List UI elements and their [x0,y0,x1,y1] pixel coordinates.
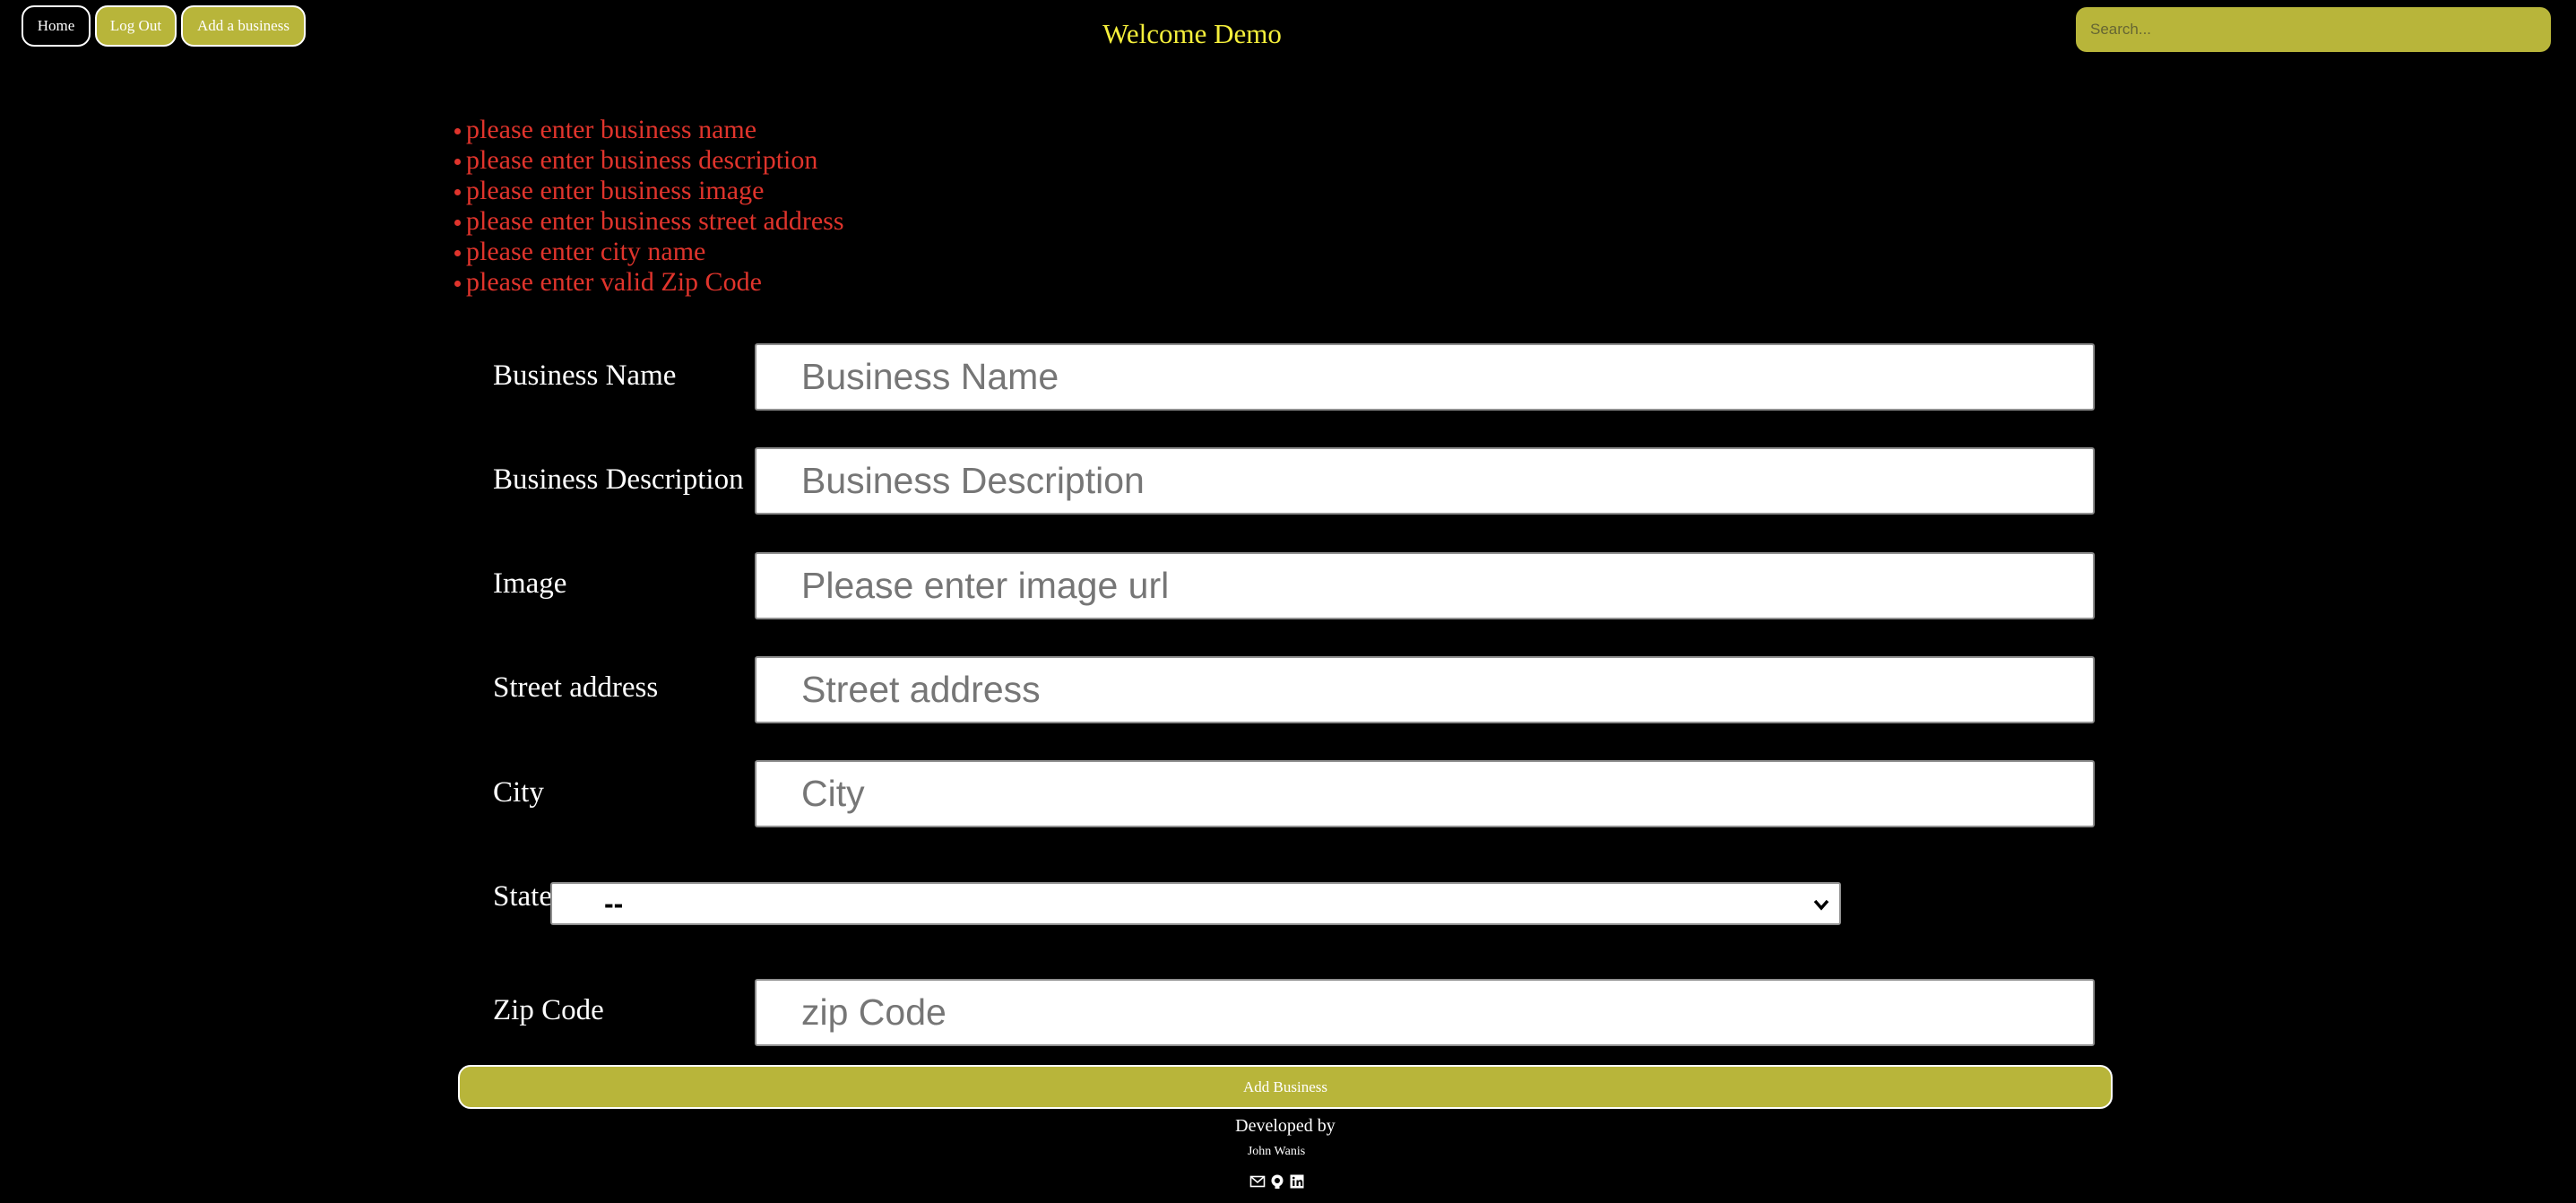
business-name-input[interactable] [755,343,2095,411]
state-selected-value: -- [604,887,624,920]
error-item: please enter valid Zip Code [454,267,844,298]
chevron-down-icon [1809,891,1834,924]
add-business-nav-button[interactable]: Add a business [181,5,306,47]
error-item: please enter business description [454,145,844,176]
zip-code-input[interactable] [755,979,2095,1046]
linkedin-icon[interactable] [1289,1173,1305,1190]
envelope-icon[interactable] [1249,1173,1266,1190]
city-label: City [493,776,544,809]
page: Home Log Out Add a business Welcome Demo… [0,0,2576,1203]
search-input[interactable] [2076,7,2551,52]
city-input[interactable] [755,760,2095,827]
add-business-submit-button[interactable]: Add Business [458,1065,2113,1109]
business-description-label: Business Description [493,463,744,496]
business-name-label: Business Name [493,359,677,392]
welcome-title: Welcome Demo [1102,18,1282,49]
street-address-label: Street address [493,671,659,704]
error-item: please enter city name [454,237,844,267]
street-address-input[interactable] [755,656,2095,723]
state-label: State [493,880,552,913]
footer-developer-name: John Wanis [1247,1145,1306,1158]
error-item: please enter business name [454,115,844,145]
business-description-input[interactable] [755,447,2095,515]
image-url-input[interactable] [755,552,2095,619]
zip-code-label: Zip Code [493,994,604,1026]
logout-button[interactable]: Log Out [95,5,177,47]
github-icon[interactable] [1269,1173,1285,1190]
footer-icons [1249,1173,1305,1190]
error-item: please enter business image [454,176,844,206]
footer-developed-by: Developed by [1235,1116,1336,1136]
image-label: Image [493,567,567,600]
state-select[interactable]: -- [550,882,1841,925]
error-item: please enter business street address [454,206,844,236]
home-button[interactable]: Home [22,5,91,47]
error-list: please enter business name please enter … [454,115,844,298]
